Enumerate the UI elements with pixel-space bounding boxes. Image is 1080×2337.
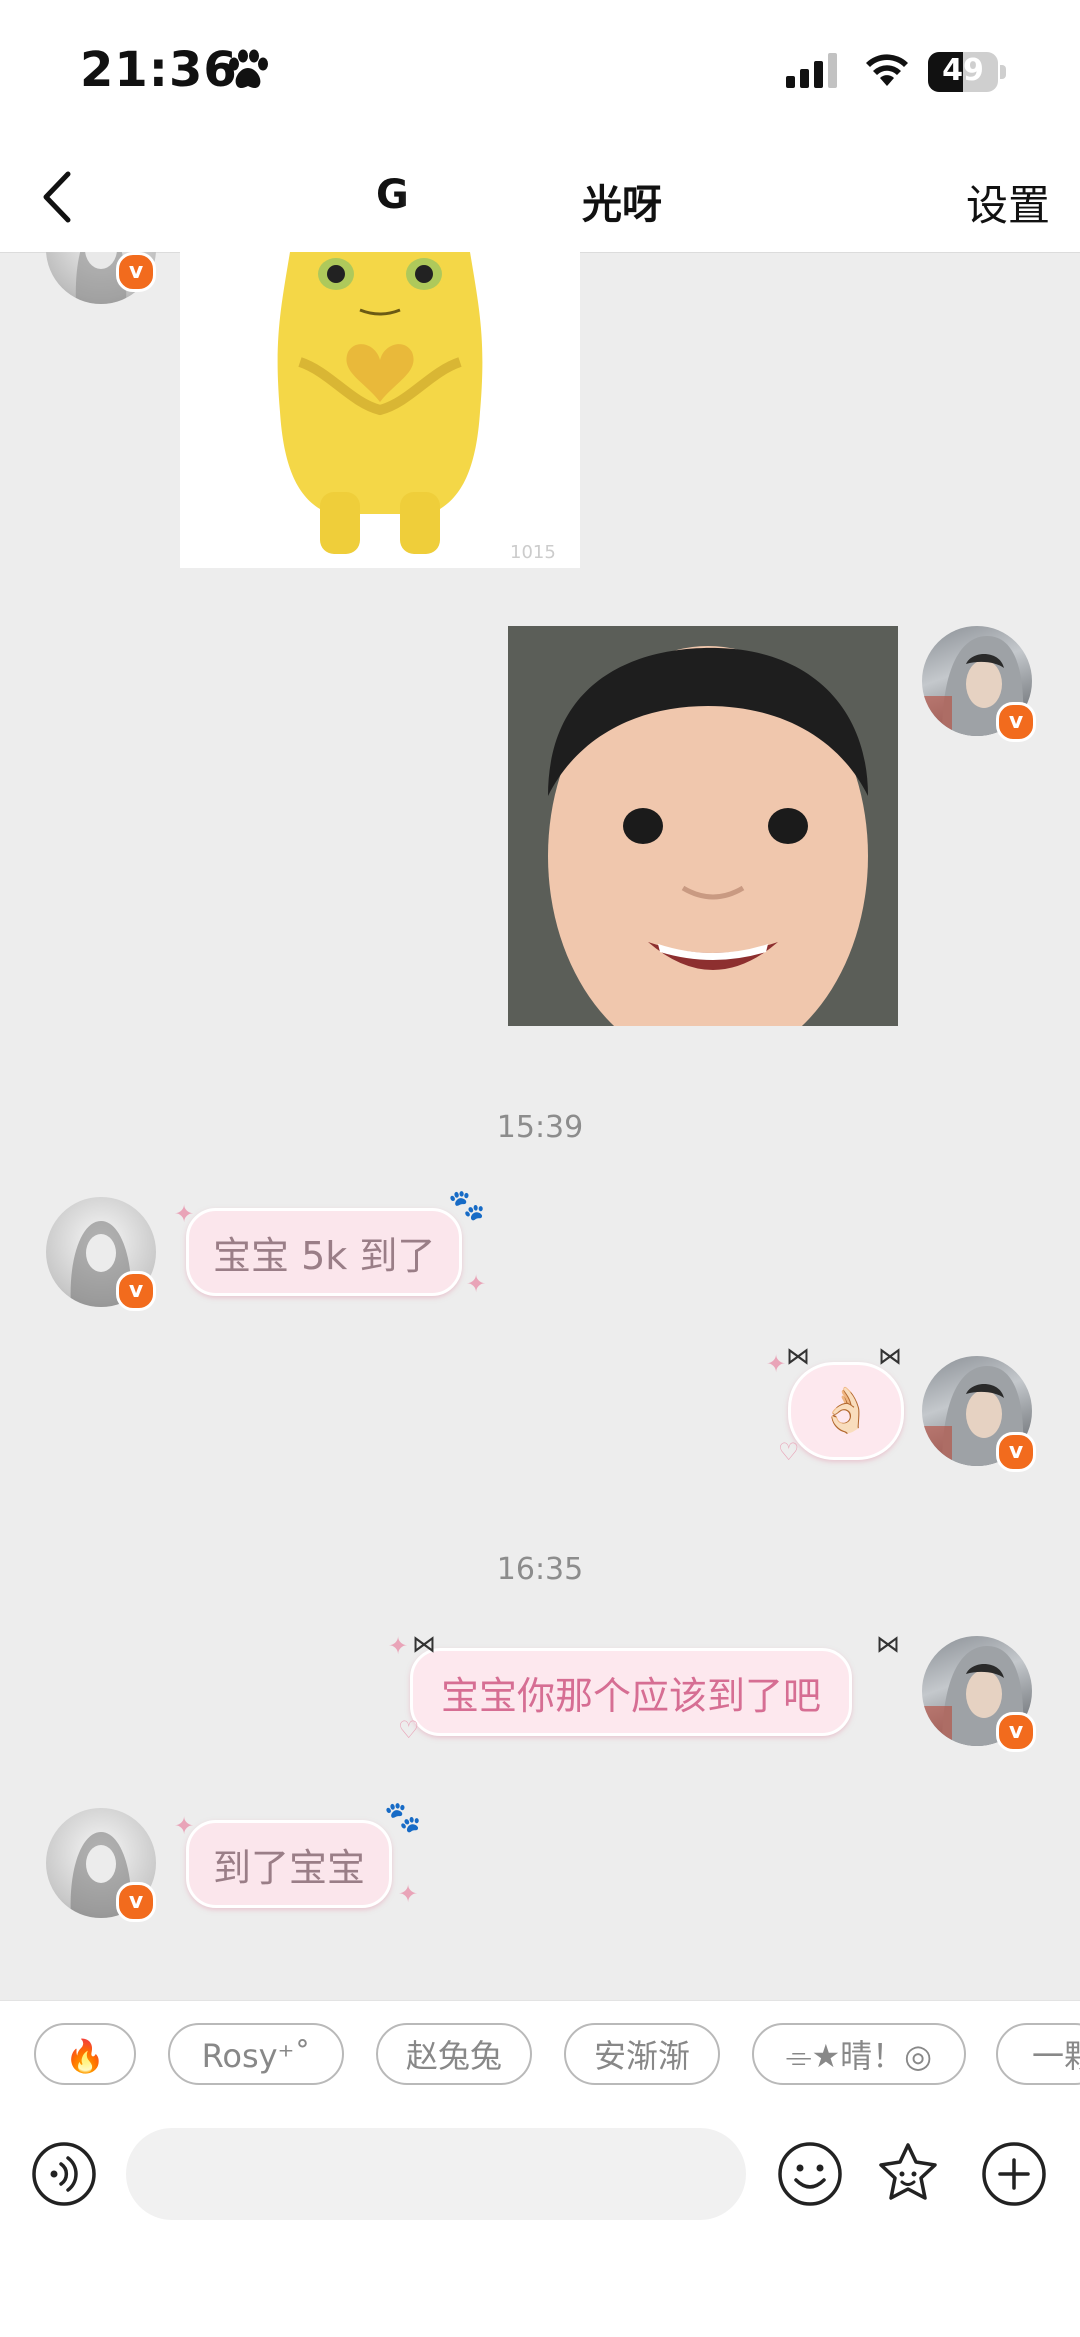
- message-text: 宝宝 5k 到了: [213, 1234, 436, 1278]
- status-bar: 21:36 49: [0, 0, 1080, 150]
- quick-reply-chip[interactable]: 一颗: [996, 2023, 1080, 2085]
- bow-icon: ⋈: [786, 1342, 810, 1370]
- paw-icon: 🐾: [384, 1800, 422, 1835]
- emoji-icon[interactable]: [776, 2140, 844, 2208]
- title-redaction: [414, 168, 584, 224]
- chip-label: 一颗: [1032, 2037, 1080, 2075]
- quick-reply-chip[interactable]: 安渐渐: [564, 2023, 720, 2085]
- sparkle-icon: ✦: [174, 1812, 195, 1840]
- input-bar: [0, 2110, 1080, 2337]
- sticker-yellow-figure[interactable]: 1015: [180, 252, 580, 568]
- signal-icon: [786, 53, 837, 88]
- quick-reply-chip[interactable]: 🔥: [34, 2023, 136, 2085]
- quick-reply-chip[interactable]: 赵兔兔: [376, 2023, 532, 2085]
- sent-emoji-bubble[interactable]: 👌🏻: [788, 1362, 904, 1460]
- back-arrow-icon[interactable]: [28, 162, 98, 232]
- sticker-smiling-baby[interactable]: [508, 626, 898, 1066]
- chip-label: ⌯★晴！◎: [785, 2037, 933, 2075]
- sparkle-icon: ✦: [398, 1880, 419, 1908]
- message-input[interactable]: [126, 2128, 746, 2220]
- image-watermark: 1015: [510, 542, 556, 563]
- verified-badge: v: [996, 1712, 1036, 1752]
- bow-icon: ⋈: [878, 1342, 902, 1370]
- timestamp: 16:35: [496, 1552, 584, 1587]
- voice-icon[interactable]: [30, 2140, 98, 2208]
- chip-label: 安渐渐: [593, 2037, 690, 2075]
- chip-label: 赵兔兔: [405, 2037, 502, 2075]
- status-time: 21:36: [80, 42, 238, 98]
- yellow-figure-image: 1015: [277, 252, 556, 563]
- message-list[interactable]: v 1015 v 15:39 v 宝宝 5k 到了 ✦ 🐾 ✦ v 👌🏻 ⋈ ⋈…: [0, 252, 1080, 2000]
- heart-icon: ♡: [398, 1716, 420, 1744]
- bow-icon: ⋈: [876, 1630, 900, 1658]
- paw-icon: [229, 49, 268, 88]
- bow-icon: ⋈: [412, 1630, 436, 1658]
- sticker-icon[interactable]: [874, 2140, 942, 2208]
- received-message-bubble[interactable]: 到了宝宝: [186, 1820, 393, 1908]
- add-icon[interactable]: [980, 2140, 1048, 2208]
- battery-level: 49: [942, 53, 984, 88]
- sparkle-icon: ✦: [388, 1632, 409, 1660]
- settings-button[interactable]: 设置: [966, 172, 1050, 233]
- chat-title-end: 光呀: [582, 182, 662, 228]
- fire-emoji: 🔥: [65, 2037, 105, 2075]
- quick-reply-bar: 🔥 Rosy⁺˚ 赵兔兔 安渐渐 ⌯★晴！◎ 一颗: [0, 2000, 1080, 2111]
- message-text: 到了宝宝: [213, 1846, 366, 1890]
- chip-label: Rosy⁺˚: [201, 2037, 311, 2075]
- sparkle-icon: ✦: [466, 1270, 487, 1298]
- ok-hand-emoji: 👌🏻: [818, 1385, 874, 1436]
- heart-icon: ♡: [778, 1438, 800, 1466]
- verified-badge: v: [996, 1432, 1036, 1472]
- message-text: 宝宝你那个应该到了吧: [441, 1674, 822, 1718]
- baby-face-image: [508, 626, 898, 1066]
- verified-badge: v: [116, 1271, 156, 1311]
- received-message-bubble[interactable]: 宝宝 5k 到了: [186, 1208, 463, 1296]
- chat-header: G 光呀 设置: [0, 150, 1080, 253]
- paw-icon: 🐾: [448, 1188, 486, 1223]
- sparkle-icon: ✦: [766, 1350, 787, 1378]
- verified-badge: v: [116, 1882, 156, 1922]
- battery-icon: 49: [928, 52, 1006, 92]
- sparkle-icon: ✦: [174, 1200, 195, 1228]
- chat-title-start: G: [376, 172, 409, 218]
- quick-reply-chip[interactable]: ⌯★晴！◎: [752, 2023, 966, 2085]
- quick-reply-chip[interactable]: Rosy⁺˚: [168, 2023, 344, 2085]
- verified-badge: v: [996, 702, 1036, 742]
- timestamp: 15:39: [496, 1110, 584, 1145]
- chat-title: G 光呀: [370, 166, 710, 228]
- verified-badge: v: [116, 252, 156, 292]
- wifi-icon: [866, 54, 908, 86]
- sent-message-bubble[interactable]: 宝宝你那个应该到了吧: [410, 1648, 853, 1736]
